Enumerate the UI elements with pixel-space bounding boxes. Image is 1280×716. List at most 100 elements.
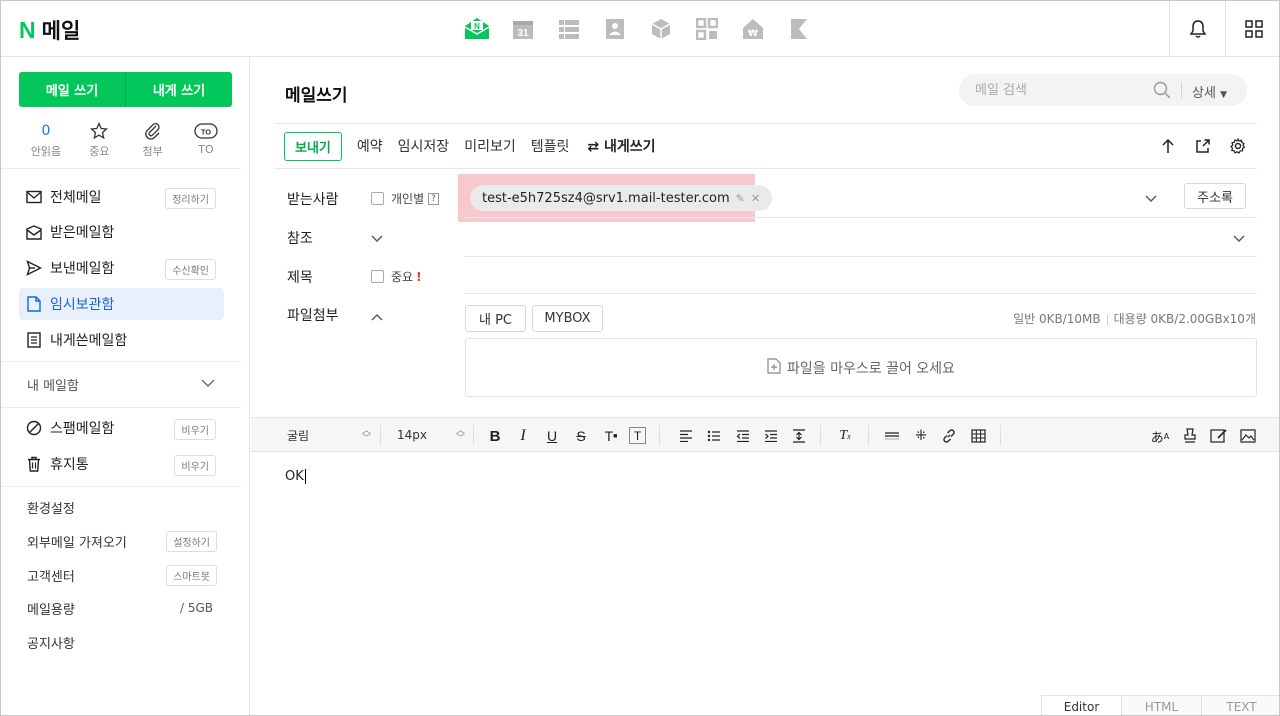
- recipient-chip[interactable]: test-e5h725sz4@srv1.mail-tester.com ✎ ✕: [470, 185, 773, 211]
- smartbot-button[interactable]: 스마트봇: [166, 565, 217, 586]
- quick-attachment[interactable]: 첨부: [128, 121, 178, 159]
- notice-label: 공지사항: [27, 636, 75, 652]
- address-book-app-icon[interactable]: [602, 17, 628, 41]
- remove-recipient-icon[interactable]: ✕: [751, 192, 760, 205]
- chevron-up-icon[interactable]: [371, 310, 383, 325]
- contacts-list-app-icon[interactable]: [556, 17, 582, 41]
- sidebar-support[interactable]: 고객센터 스마트봇: [27, 563, 217, 587]
- naver-mail-logo[interactable]: N 메일: [19, 15, 80, 45]
- my-pc-button[interactable]: 내 PC: [465, 305, 526, 332]
- search-icon[interactable]: [1153, 81, 1171, 103]
- detail-search-button[interactable]: 상세 ▼: [1192, 82, 1227, 101]
- save-draft-button[interactable]: 임시저장: [398, 136, 450, 156]
- storage-label: 메일용량: [27, 602, 75, 618]
- stamp-icon[interactable]: [1181, 427, 1199, 445]
- clear-format-icon[interactable]: Tx: [836, 427, 854, 445]
- font-size-value: 14px: [397, 428, 427, 442]
- text-color-icon[interactable]: T ■: [602, 427, 620, 445]
- empty-trash-button[interactable]: 비우기: [174, 455, 216, 476]
- top-bar: N 메일 N 31 ₩: [1, 1, 1279, 57]
- important-option[interactable]: 중요 !: [371, 268, 422, 285]
- sidebar-item-sent[interactable]: 보낸메일함 수신확인: [19, 252, 224, 284]
- align-left-icon[interactable]: [677, 427, 695, 445]
- help-icon[interactable]: ?: [428, 192, 439, 205]
- special-char-icon[interactable]: ⁜: [912, 427, 930, 445]
- organize-button[interactable]: 정리하기: [165, 188, 216, 209]
- tab-editor[interactable]: Editor: [1041, 696, 1121, 715]
- setup-button[interactable]: 설정하기: [166, 531, 217, 552]
- address-book-button[interactable]: 주소록: [1184, 183, 1246, 209]
- bullet-list-icon[interactable]: [705, 427, 723, 445]
- sidebar-storage: 메일용량 / 5GB: [27, 596, 217, 620]
- svg-text:N: N: [474, 22, 480, 31]
- font-family-select[interactable]: 굴림 ︿ ﹀: [287, 418, 371, 452]
- sidebar-item-drafts[interactable]: 임시보관함: [19, 288, 224, 320]
- svg-text:TO: TO: [201, 128, 211, 137]
- paperclip-icon: [144, 121, 162, 141]
- text-background-icon[interactable]: T: [629, 427, 646, 444]
- sidebar-item-spam[interactable]: 스팸메일함 비우기: [19, 412, 224, 444]
- gear-icon[interactable]: [1229, 137, 1247, 155]
- sidebar-external-mail[interactable]: 외부메일 가져오기 설정하기: [27, 529, 217, 553]
- pay-app-icon[interactable]: ₩: [740, 17, 766, 41]
- personal-send-option[interactable]: 개인별 ?: [371, 190, 439, 207]
- chevron-down-icon[interactable]: [201, 377, 215, 392]
- italic-icon[interactable]: I: [514, 427, 532, 445]
- sidebar-item-trash[interactable]: 휴지통 비우기: [19, 448, 224, 480]
- link-icon[interactable]: [940, 427, 958, 445]
- spellcheck-icon[interactable]: あA: [1151, 427, 1170, 446]
- font-size-select[interactable]: 14px ︿ ﹀: [397, 418, 465, 452]
- personal-send-checkbox[interactable]: [371, 192, 384, 205]
- my-folders-header[interactable]: 내 메일함: [27, 375, 79, 394]
- popout-icon[interactable]: [1194, 137, 1212, 155]
- bookmark-app-icon[interactable]: [786, 17, 812, 41]
- horizontal-rule-icon[interactable]: [883, 427, 901, 445]
- cc-underline: [465, 256, 1257, 257]
- schedule-button[interactable]: 예약: [357, 136, 383, 156]
- to-underline: [465, 217, 1257, 218]
- message-body[interactable]: OK: [285, 469, 306, 484]
- mybox-button[interactable]: MYBOX: [532, 305, 603, 332]
- quick-to-me[interactable]: TO TO: [181, 121, 231, 159]
- sidebar-item-self-sent[interactable]: 내게쓴메일함: [19, 324, 224, 356]
- outdent-icon[interactable]: [734, 427, 752, 445]
- empty-spam-button[interactable]: 비우기: [174, 419, 216, 440]
- calendar-app-icon[interactable]: 31: [510, 17, 536, 41]
- notification-bell-icon[interactable]: [1169, 1, 1225, 57]
- bold-icon[interactable]: B: [486, 427, 504, 445]
- search-input[interactable]: [975, 82, 1155, 98]
- quick-unread[interactable]: 0 안읽음: [21, 121, 71, 159]
- image-icon[interactable]: [1239, 427, 1257, 445]
- edit-pencil-icon[interactable]: ✎: [736, 192, 745, 205]
- tab-text[interactable]: TEXT: [1201, 696, 1279, 715]
- quick-important[interactable]: 중요: [74, 121, 124, 159]
- sidebar-settings[interactable]: 환경설정: [27, 495, 217, 519]
- read-receipt-button[interactable]: 수신확인: [165, 259, 216, 280]
- file-dropzone[interactable]: 파일을 마우스로 끌어 오세요: [465, 338, 1257, 397]
- send-button[interactable]: 보내기: [284, 131, 342, 161]
- write-mail-button[interactable]: 메일 쓰기: [19, 72, 125, 107]
- line-height-icon[interactable]: [790, 427, 808, 445]
- strikethrough-icon[interactable]: S: [572, 427, 590, 445]
- write-to-self-toggle[interactable]: ⇄ 내게쓰기: [587, 136, 655, 156]
- write-to-me-button[interactable]: 내게 쓰기: [126, 72, 232, 107]
- cc-expand-chevron-icon[interactable]: [371, 232, 383, 247]
- mail-app-icon[interactable]: N: [464, 17, 490, 41]
- signature-icon[interactable]: [1210, 427, 1228, 445]
- template-button[interactable]: 템플릿: [531, 136, 570, 156]
- sidebar-item-inbox[interactable]: 받은메일함: [19, 216, 224, 248]
- sidebar-notice[interactable]: 공지사항: [27, 630, 217, 654]
- preview-button[interactable]: 미리보기: [464, 136, 516, 156]
- to-expand-chevron-icon[interactable]: [1145, 192, 1157, 207]
- indent-icon[interactable]: [762, 427, 780, 445]
- all-services-grid-icon[interactable]: [1225, 1, 1279, 57]
- arrow-up-icon[interactable]: [1159, 137, 1177, 155]
- sidebar-item-all-mail[interactable]: 전체메일 정리하기: [19, 181, 224, 213]
- underline-icon[interactable]: U: [543, 427, 561, 445]
- tab-html[interactable]: HTML: [1121, 696, 1201, 715]
- qr-app-icon[interactable]: [694, 17, 720, 41]
- cc-dropdown-chevron-icon[interactable]: [1233, 232, 1245, 247]
- table-icon[interactable]: [969, 427, 987, 445]
- important-checkbox[interactable]: [371, 270, 384, 283]
- mybox-app-icon[interactable]: [648, 17, 674, 41]
